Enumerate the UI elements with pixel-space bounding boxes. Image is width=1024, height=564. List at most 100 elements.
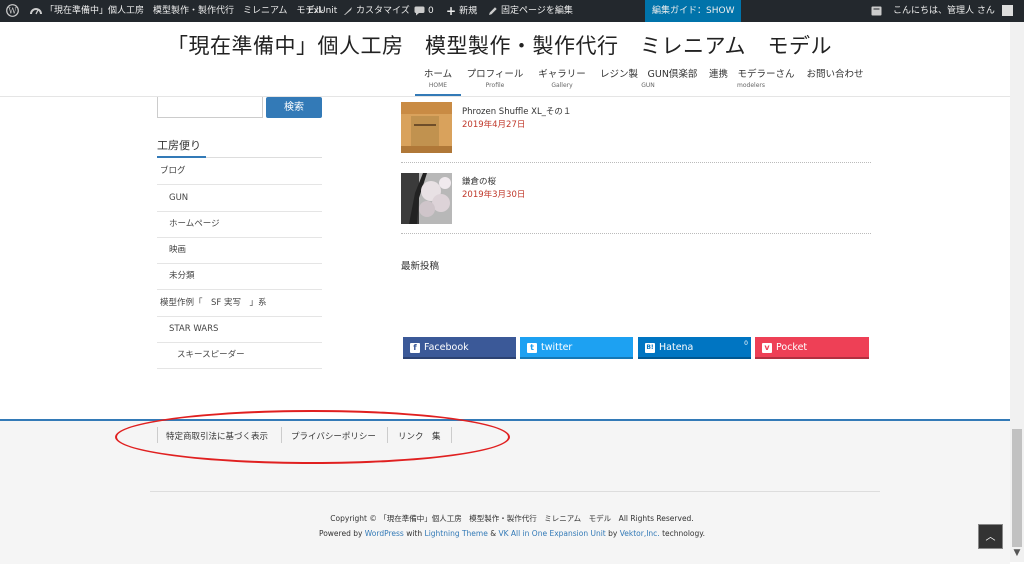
scroll-down-arrow-icon[interactable]: ▼ <box>1010 546 1024 560</box>
scrollbar[interactable]: ▼ <box>1010 22 1024 562</box>
category-item-homepage[interactable]: ホームページ <box>157 211 322 238</box>
nav-label: レジン製 GUN倶楽部 <box>600 69 698 80</box>
notification-icon[interactable] <box>871 0 885 22</box>
powered-amp: & <box>487 529 499 538</box>
admin-bar: W 「現在準備中」個人工房 模型製作・製作代行 ミレニアム モデル カスタマイズ… <box>0 0 1024 22</box>
svg-text:W: W <box>8 7 17 16</box>
share-label: Facebook <box>424 342 469 353</box>
chevron-up-icon: ︿ <box>985 532 996 543</box>
twitter-icon: t <box>527 342 537 353</box>
post-separator <box>401 162 871 163</box>
nav-label: ホーム <box>423 69 453 80</box>
plus-icon: + <box>446 4 457 18</box>
brush-icon <box>344 6 352 15</box>
admin-bar-exunit[interactable]: ExUnit <box>308 0 337 22</box>
scrollbar-thumb[interactable] <box>1012 429 1022 547</box>
search-input[interactable] <box>157 97 263 118</box>
footer-nav-separator <box>451 427 452 443</box>
footer-nav-separator <box>157 427 158 443</box>
header-divider <box>0 96 1010 97</box>
nav-sub-label: GUN <box>641 82 655 89</box>
category-item-star-wars[interactable]: STAR WARS <box>157 316 322 343</box>
new-label: 新規 <box>459 6 478 17</box>
edit-label: 固定ページを編集 <box>501 6 573 16</box>
search-button[interactable]: 検索 <box>266 97 322 118</box>
post-title[interactable]: Phrozen Shuffle XL_その１ <box>462 105 571 117</box>
share-label: Hatena <box>659 342 694 353</box>
nav-item-gun-club[interactable]: レジン製 GUN倶楽部 GUN <box>600 66 698 89</box>
hatena-share-button[interactable]: B! Hatena 0 <box>638 337 751 359</box>
footer-nav-separator <box>281 427 282 443</box>
nav-sub-label: modelers <box>737 82 765 89</box>
powered-prefix: Powered by <box>318 529 365 538</box>
hatena-count: 0 <box>744 340 748 347</box>
avatar <box>1001 5 1013 16</box>
greeting-text: こんにちは、管理人 さん <box>893 6 995 16</box>
recent-posts-heading: 最新投稿 <box>401 261 440 272</box>
guide-label: 編集ガイド：SHOW <box>652 6 735 16</box>
pocket-icon: v <box>762 342 772 353</box>
nav-item-contact[interactable]: お問い合わせ <box>804 66 866 82</box>
category-item-movie[interactable]: 映画 <box>157 237 322 264</box>
post-title[interactable]: 鎌倉の桜 <box>462 175 496 187</box>
category-item-sf-models[interactable]: 模型作例「 SF 実写 」系 <box>157 290 322 317</box>
footer-divider <box>150 491 880 492</box>
copyright-text: Copyright © 「現在準備中」個人工房 模型製作・製作代行 ミレニアム … <box>330 514 694 523</box>
wordpress-logo-icon[interactable]: W <box>6 0 22 22</box>
admin-bar-edit-guide[interactable]: 編集ガイド：SHOW <box>645 0 742 22</box>
pencil-icon <box>489 6 497 15</box>
vk-expansion-unit-link[interactable]: VK All in One Expansion Unit <box>498 529 605 538</box>
comments-count: 0 <box>428 6 434 16</box>
category-heading: 工房便り <box>157 139 201 152</box>
admin-bar-comments[interactable]: 0 <box>414 0 434 22</box>
admin-bar-new[interactable]: + 新規 <box>446 0 477 22</box>
site-title[interactable]: 「現在準備中」個人工房 模型製作・製作代行 ミレニアム モデル <box>167 30 832 60</box>
admin-bar-customize[interactable]: カスタマイズ <box>343 0 410 22</box>
powered-with: with <box>403 529 425 538</box>
nav-sub-label: Profile <box>485 82 505 89</box>
footer-link-privacy-policy[interactable]: プライバシーポリシー <box>291 430 376 442</box>
wordpress-link[interactable]: WordPress <box>365 529 404 538</box>
page-top-button[interactable]: ︿ <box>978 524 1003 549</box>
share-label: Pocket <box>776 342 808 353</box>
share-label: twitter <box>541 342 573 353</box>
category-item-ski-speeder[interactable]: スキースピーダー <box>157 342 322 369</box>
category-item-blog[interactable]: ブログ <box>157 158 322 185</box>
admin-bar-account[interactable]: こんにちは、管理人 さん <box>893 0 1016 22</box>
admin-bar-site-link[interactable]: 「現在準備中」個人工房 模型製作・製作代行 ミレニアム モデル <box>30 0 323 22</box>
dashboard-icon <box>30 7 42 14</box>
nav-item-gallery[interactable]: ギャラリー Gallery <box>535 66 589 89</box>
nav-sub-label: Gallery <box>551 82 573 89</box>
customize-label: カスタマイズ <box>356 6 410 16</box>
footer-link-commercial-law[interactable]: 特定商取引法に基づく表示 <box>166 430 268 442</box>
post-separator <box>401 233 871 234</box>
post-date: 2019年3月30日 <box>462 190 526 200</box>
hatena-icon: B! <box>645 342 655 353</box>
post-date: 2019年4月27日 <box>462 120 526 130</box>
footer-link-links[interactable]: リンク 集 <box>398 430 441 442</box>
powered-suffix: technology. <box>659 529 706 538</box>
nav-label: ギャラリー <box>538 69 586 80</box>
category-item-uncategorized[interactable]: 未分類 <box>157 263 322 290</box>
twitter-share-button[interactable]: t twitter <box>520 337 633 359</box>
nav-label: お問い合わせ <box>806 69 864 80</box>
nav-item-profile[interactable]: プロフィール Profile <box>465 66 525 89</box>
nav-sub-label: HOME <box>428 82 448 89</box>
lightning-theme-link[interactable]: Lightning Theme <box>425 529 488 538</box>
nav-item-home[interactable]: ホーム HOME <box>415 66 461 89</box>
vektor-link[interactable]: Vektor,Inc. <box>620 529 660 538</box>
facebook-icon: f <box>410 342 420 353</box>
post-thumbnail[interactable] <box>401 102 452 153</box>
comment-icon <box>414 6 425 15</box>
powered-by-text: Powered by WordPress with Lightning Them… <box>0 529 1024 538</box>
admin-bar-edit[interactable]: 固定ページを編集 <box>488 0 573 22</box>
pocket-share-button[interactable]: v Pocket <box>755 337 869 359</box>
category-item-gun[interactable]: GUN <box>157 185 322 212</box>
post-thumbnail[interactable] <box>401 173 452 224</box>
exunit-label: ExUnit <box>308 6 338 16</box>
footer-nav-separator <box>387 427 388 443</box>
nav-label: 連携 モデラーさん <box>709 69 795 80</box>
nav-item-modelers[interactable]: 連携 モデラーさん modelers <box>709 66 795 89</box>
powered-by: by <box>605 529 620 538</box>
facebook-share-button[interactable]: f Facebook <box>403 337 516 359</box>
